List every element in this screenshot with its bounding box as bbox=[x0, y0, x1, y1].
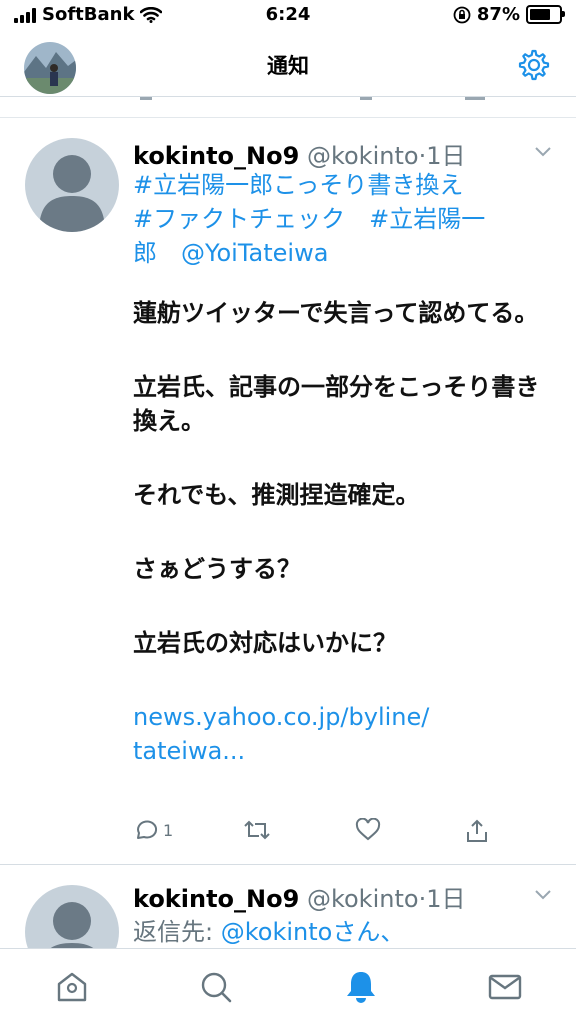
page-title: 通知 bbox=[267, 54, 309, 78]
default-avatar-icon bbox=[50, 902, 94, 948]
tweet-actions: 1 bbox=[133, 818, 513, 850]
display-name[interactable]: kokinto_No9 bbox=[133, 142, 299, 170]
hashtag-link[interactable]: 郎 bbox=[133, 239, 157, 267]
user-avatar-default[interactable] bbox=[25, 138, 119, 232]
hashtag-link[interactable]: #立岩陽一郎こっそり書き換え bbox=[133, 171, 463, 199]
chevron-down-icon[interactable] bbox=[534, 146, 552, 158]
reply-context: 返信先: @kokintoさん、 bbox=[133, 915, 553, 948]
retweet-icon bbox=[244, 820, 270, 840]
retweet-button[interactable] bbox=[243, 818, 271, 842]
tweet-paragraph: 立岩氏の対応はいかに？ bbox=[133, 629, 397, 657]
like-button[interactable] bbox=[355, 818, 381, 842]
display-name[interactable]: kokinto_No9 bbox=[133, 885, 299, 913]
tab-bar bbox=[0, 948, 576, 1025]
url-link[interactable]: news.yahoo.co.jp/byline/ bbox=[133, 703, 429, 731]
previous-tweet-peek bbox=[0, 97, 576, 118]
reply-count: 1 bbox=[163, 820, 174, 840]
heart-icon bbox=[355, 818, 381, 841]
tweet-paragraph: さぁどうする？ bbox=[133, 555, 301, 583]
share-button[interactable] bbox=[465, 818, 489, 844]
battery-percent: 87% bbox=[476, 4, 520, 25]
tweet-paragraph: それでも、推測捏造確定。 bbox=[133, 481, 420, 509]
home-icon[interactable] bbox=[54, 969, 90, 1005]
timestamp: 1日 bbox=[426, 142, 466, 170]
tweet-header: kokinto_No9 @kokinto·1日 bbox=[133, 136, 465, 171]
reply-button[interactable]: 1 bbox=[133, 818, 173, 842]
notifications-bell-icon[interactable] bbox=[343, 969, 379, 1005]
tweet-text: #立岩陽一郎こっそり書き換え #ファクトチェック #立岩陽一 郎 @YoiTat… bbox=[133, 168, 553, 768]
tweet-header: kokinto_No9 @kokinto·1日 bbox=[133, 879, 465, 914]
tweet-card[interactable]: kokinto_No9 @kokinto·1日 返信先: @kokintoさん、 bbox=[0, 865, 576, 948]
default-avatar-icon bbox=[39, 155, 105, 232]
mention-link[interactable]: @kokintoさん、 bbox=[221, 918, 405, 946]
url-link[interactable]: tateiwa... bbox=[133, 737, 245, 765]
orientation-lock-icon bbox=[453, 6, 471, 23]
reply-to-prefix: 返信先: bbox=[133, 918, 221, 946]
tweet-card[interactable]: kokinto_No9 @kokinto·1日 #立岩陽一郎こっそり書き換え #… bbox=[0, 118, 576, 863]
previous-tweet-actions-peek bbox=[140, 97, 485, 100]
reply-icon bbox=[137, 820, 158, 839]
battery-icon bbox=[526, 5, 565, 24]
search-icon[interactable] bbox=[198, 969, 234, 1005]
chevron-down-icon[interactable] bbox=[534, 889, 552, 901]
tweet-paragraph: 蓮舫ツイッターで失言って認めてる。 bbox=[133, 299, 539, 327]
messages-envelope-icon[interactable] bbox=[487, 969, 523, 1005]
nav-bar: 通知 bbox=[0, 34, 576, 97]
timestamp: 1日 bbox=[426, 885, 466, 913]
battery-fill bbox=[530, 9, 551, 20]
tweet-paragraph: 立岩氏、記事の一部分をこっそり書き換え。 bbox=[133, 373, 540, 435]
mention-link[interactable]: @YoiTateiwa bbox=[181, 239, 328, 267]
status-bar: SoftBank 6:24 87% bbox=[0, 0, 576, 34]
share-icon bbox=[467, 819, 487, 842]
handle: @kokinto bbox=[306, 142, 419, 170]
handle: @kokinto bbox=[306, 885, 419, 913]
status-right: 87% bbox=[453, 4, 565, 25]
user-avatar-default[interactable] bbox=[25, 885, 119, 948]
gear-icon[interactable] bbox=[516, 48, 550, 82]
hashtag-link[interactable]: #ファクトチェック #立岩陽一 bbox=[133, 205, 485, 233]
